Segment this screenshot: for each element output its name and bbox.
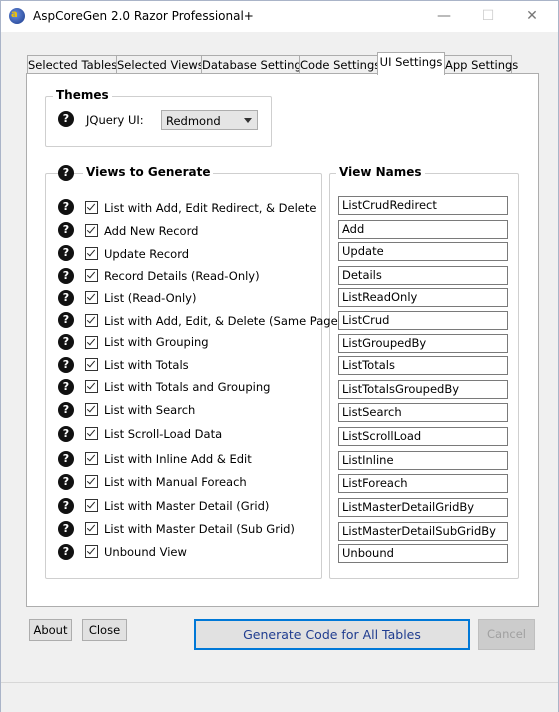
view-label: List with Totals bbox=[104, 358, 189, 372]
view-checkbox[interactable] bbox=[85, 545, 98, 558]
view-label: Unbound View bbox=[104, 545, 187, 559]
title-bar: a AspCoreGen 2.0 Razor Professional+ — ☐… bbox=[1, 1, 558, 32]
jquery-ui-theme-value: Redmond bbox=[166, 114, 221, 128]
tab-selected-views[interactable]: Selected Views bbox=[116, 55, 204, 74]
view-label: List with Master Detail (Grid) bbox=[104, 499, 270, 513]
about-button[interactable]: About bbox=[29, 619, 72, 641]
view-name-input[interactable]: ListReadOnly bbox=[338, 288, 508, 307]
view-checkbox[interactable] bbox=[85, 475, 98, 488]
view-name-input[interactable]: Add bbox=[338, 220, 508, 239]
help-icon[interactable]: ? bbox=[58, 544, 74, 560]
generate-code-button[interactable]: Generate Code for All Tables bbox=[194, 619, 470, 650]
minimize-button[interactable]: — bbox=[429, 5, 459, 27]
view-checkbox[interactable] bbox=[85, 269, 98, 282]
help-icon[interactable]: ? bbox=[58, 451, 74, 467]
view-checkbox[interactable] bbox=[85, 358, 98, 371]
view-name-input[interactable]: Details bbox=[338, 266, 508, 285]
view-label: List with Grouping bbox=[104, 335, 209, 349]
view-label: List with Search bbox=[104, 403, 196, 417]
jquery-ui-theme-select[interactable]: Redmond bbox=[161, 110, 258, 130]
help-icon[interactable]: ? bbox=[58, 379, 74, 395]
status-bar bbox=[1, 682, 558, 712]
window-title: AspCoreGen 2.0 Razor Professional+ bbox=[33, 9, 254, 23]
tab-ui-settings[interactable]: UI Settings bbox=[377, 52, 445, 75]
view-name-input[interactable]: ListCrud bbox=[338, 311, 508, 330]
view-label: List with Inline Add & Edit bbox=[104, 452, 252, 466]
help-icon[interactable]: ? bbox=[58, 199, 74, 215]
view-checkbox[interactable] bbox=[85, 314, 98, 327]
help-icon[interactable]: ? bbox=[58, 111, 74, 127]
close-button[interactable]: Close bbox=[82, 619, 127, 641]
view-checkbox[interactable] bbox=[85, 427, 98, 440]
help-icon[interactable]: ? bbox=[58, 357, 74, 373]
view-name-input[interactable]: ListGroupedBy bbox=[338, 334, 508, 353]
help-icon[interactable]: ? bbox=[58, 312, 74, 328]
view-checkbox[interactable] bbox=[85, 247, 98, 260]
view-name-input[interactable]: ListMasterDetailGridBy bbox=[338, 498, 508, 517]
help-icon[interactable]: ? bbox=[58, 268, 74, 284]
view-checkbox[interactable] bbox=[85, 380, 98, 393]
view-checkbox[interactable] bbox=[85, 403, 98, 416]
view-names-title: View Names bbox=[336, 165, 425, 179]
view-label: Add New Record bbox=[104, 224, 199, 238]
view-name-input[interactable]: ListInline bbox=[338, 451, 508, 470]
view-label: Record Details (Read-Only) bbox=[104, 269, 260, 283]
help-icon[interactable]: ? bbox=[58, 426, 74, 442]
view-name-input[interactable]: ListTotalsGroupedBy bbox=[338, 380, 508, 399]
chevron-down-icon bbox=[244, 118, 252, 123]
view-name-input[interactable]: ListMasterDetailSubGridBy bbox=[338, 522, 508, 541]
view-label: List with Master Detail (Sub Grid) bbox=[104, 522, 295, 536]
help-icon[interactable]: ? bbox=[58, 402, 74, 418]
tab-database-settings[interactable]: Database Settings bbox=[201, 55, 308, 74]
view-name-input[interactable]: ListCrudRedirect bbox=[338, 196, 508, 215]
close-window-button[interactable]: ✕ bbox=[517, 5, 547, 27]
view-checkbox[interactable] bbox=[85, 201, 98, 214]
view-checkbox[interactable] bbox=[85, 499, 98, 512]
view-name-input[interactable]: ListTotals bbox=[338, 356, 508, 375]
view-name-input[interactable]: ListSearch bbox=[338, 403, 508, 422]
app-window: a AspCoreGen 2.0 Razor Professional+ — ☐… bbox=[0, 0, 559, 712]
view-checkbox[interactable] bbox=[85, 291, 98, 304]
view-checkbox[interactable] bbox=[85, 522, 98, 535]
help-icon[interactable]: ? bbox=[58, 245, 74, 261]
maximize-button[interactable]: ☐ bbox=[473, 5, 503, 27]
cancel-button[interactable]: Cancel bbox=[478, 619, 535, 650]
view-name-input[interactable]: Update bbox=[338, 242, 508, 261]
help-icon[interactable]: ? bbox=[58, 334, 74, 350]
app-logo-icon: a bbox=[9, 8, 25, 24]
view-label: List Scroll-Load Data bbox=[104, 427, 223, 441]
view-label: List with Totals and Grouping bbox=[104, 380, 271, 394]
jquery-ui-label: JQuery UI: bbox=[86, 113, 144, 127]
view-checkbox[interactable] bbox=[85, 336, 98, 349]
view-name-input[interactable]: ListForeach bbox=[338, 474, 508, 493]
help-icon[interactable]: ? bbox=[58, 165, 74, 181]
tab-app-settings[interactable]: App Settings bbox=[444, 55, 518, 74]
views-group-title: Views to Generate bbox=[83, 165, 214, 179]
view-name-input[interactable]: ListScrollLoad bbox=[338, 427, 508, 446]
help-icon[interactable]: ? bbox=[58, 521, 74, 537]
help-icon[interactable]: ? bbox=[58, 290, 74, 306]
help-icon[interactable]: ? bbox=[58, 474, 74, 490]
tab-code-settings[interactable]: Code Settings bbox=[299, 55, 380, 74]
view-checkbox[interactable] bbox=[85, 224, 98, 237]
view-checkbox[interactable] bbox=[85, 452, 98, 465]
view-label: List (Read-Only) bbox=[104, 291, 197, 305]
view-label: List with Add, Edit Redirect, & Delete bbox=[104, 201, 317, 215]
help-icon[interactable]: ? bbox=[58, 498, 74, 514]
view-label: List with Manual Foreach bbox=[104, 475, 247, 489]
view-label: Update Record bbox=[104, 247, 190, 261]
tab-selected-tables[interactable]: Selected Tables bbox=[27, 55, 117, 74]
view-name-input[interactable]: Unbound bbox=[338, 544, 508, 563]
view-label: List with Add, Edit, & Delete (Same Page… bbox=[104, 314, 343, 328]
help-icon[interactable]: ? bbox=[58, 222, 74, 238]
themes-title: Themes bbox=[53, 88, 112, 102]
